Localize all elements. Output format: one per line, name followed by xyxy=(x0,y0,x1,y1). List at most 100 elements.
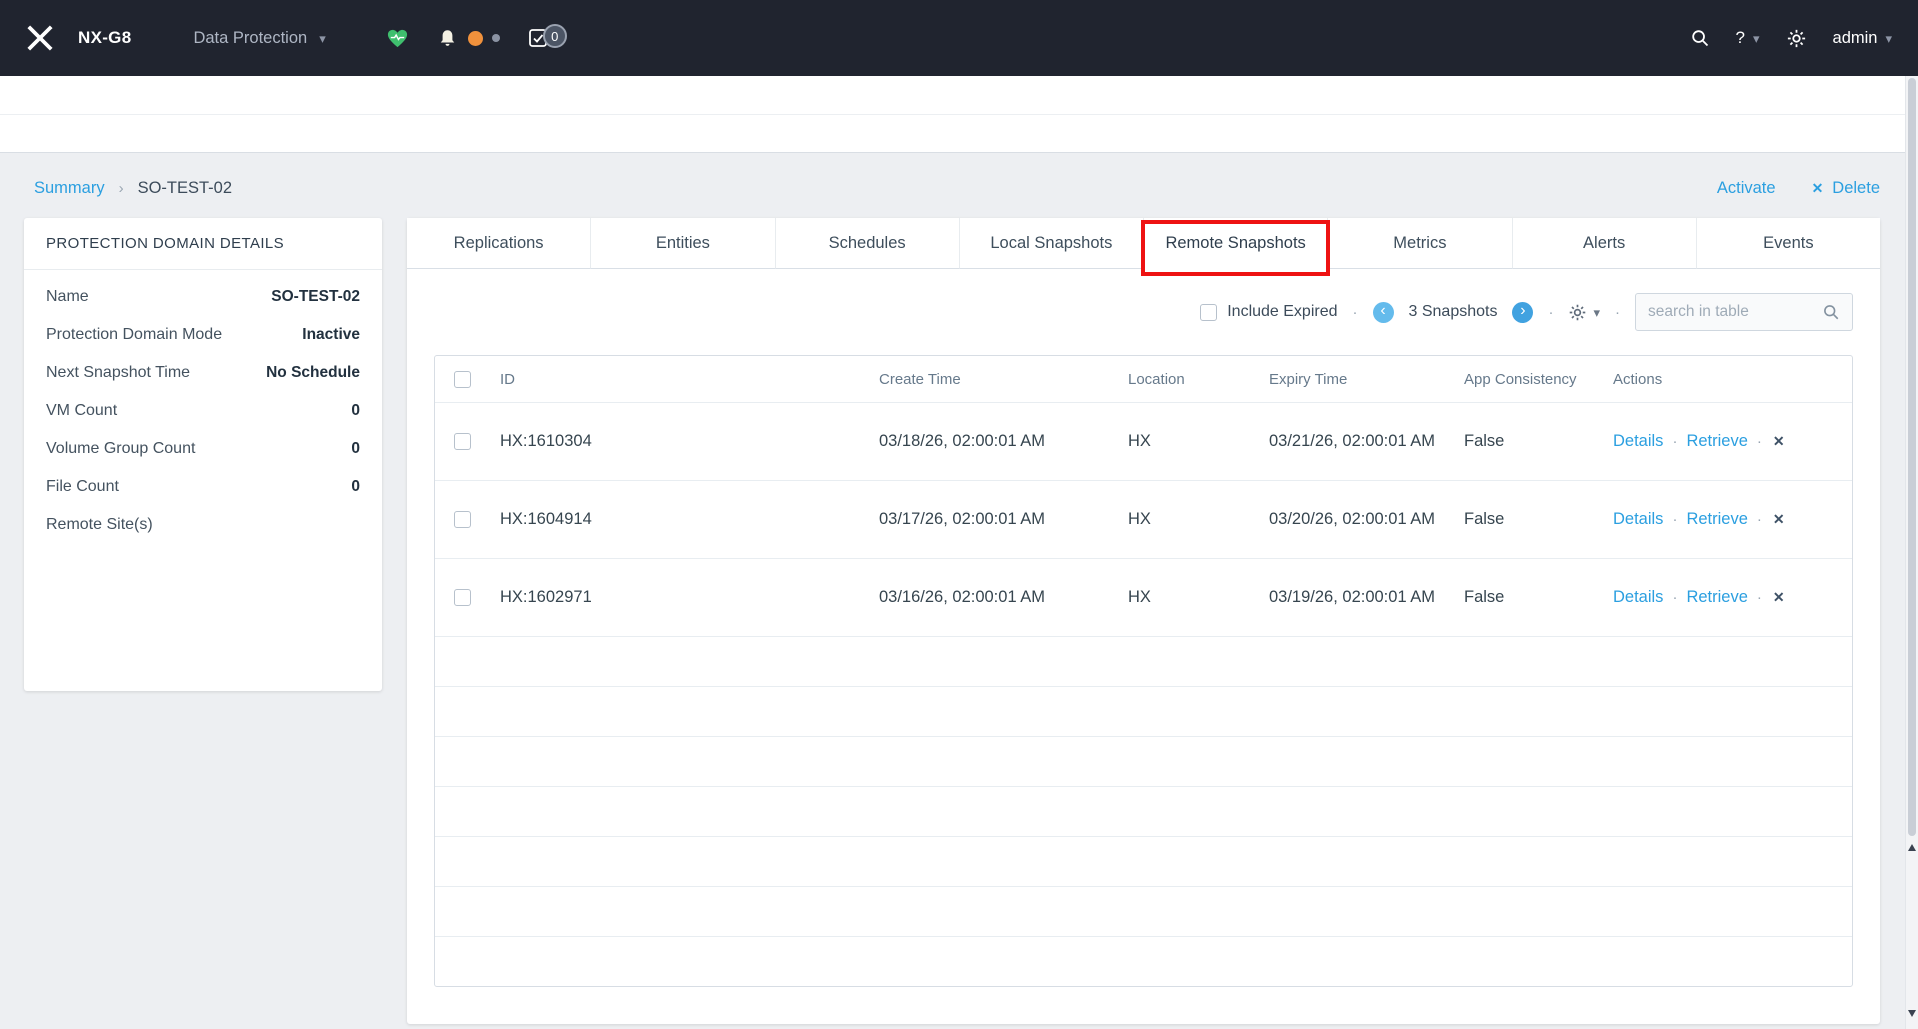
expiry-time: 03/19/26, 02:00:01 AM xyxy=(1269,588,1435,606)
tab-label: Local Snapshots xyxy=(990,234,1112,253)
header-right-controls: ? ▾ admin ▾ xyxy=(1690,28,1892,49)
details-link[interactable]: Details xyxy=(1613,432,1663,451)
tab-remote-snapshots[interactable]: Remote Snapshots xyxy=(1143,218,1327,269)
page-bar: Summary › SO-TEST-02 Activate ✕ Delete xyxy=(34,166,1880,210)
action-separator-dot: · xyxy=(1757,589,1762,606)
action-separator-dot: · xyxy=(1672,589,1677,606)
scroll-up-icon[interactable] xyxy=(1908,844,1916,851)
toolbar-separator-dot: · xyxy=(1353,304,1358,321)
search-icon[interactable] xyxy=(1690,28,1710,48)
app-consistency: False xyxy=(1454,510,1603,529)
settings-gear-icon[interactable] xyxy=(1786,28,1807,49)
column-header-expiry-time: Expiry Time xyxy=(1259,371,1454,388)
column-header-app-consistency: App Consistency xyxy=(1454,371,1603,388)
row-checkbox[interactable] xyxy=(454,589,471,606)
search-icon xyxy=(1822,303,1840,321)
detail-label: Remote Site(s) xyxy=(46,516,153,534)
tab-metrics[interactable]: Metrics xyxy=(1327,218,1511,269)
tab-events[interactable]: Events xyxy=(1696,218,1880,269)
scrolled-content-remnant xyxy=(0,76,1918,153)
snapshot-id: HX:1604914 xyxy=(490,510,869,529)
select-all-checkbox[interactable] xyxy=(454,371,471,388)
location: HX xyxy=(1118,510,1259,529)
retrieve-link[interactable]: Retrieve xyxy=(1686,588,1747,607)
row-actions: Details · Retrieve · ✕ xyxy=(1603,588,1852,607)
alert-indicator-dot[interactable] xyxy=(468,31,483,46)
help-menu[interactable]: ? ▾ xyxy=(1736,28,1760,48)
detail-value: No Schedule xyxy=(266,364,360,382)
row-checkbox[interactable] xyxy=(454,433,471,450)
app-consistency: False xyxy=(1454,588,1603,607)
details-link[interactable]: Details xyxy=(1613,510,1663,529)
row-actions: Details · Retrieve · ✕ xyxy=(1603,432,1852,451)
expiry-time: 03/20/26, 02:00:01 AM xyxy=(1269,510,1435,528)
detail-row-file-count: File Count 0 xyxy=(46,468,360,506)
column-header-actions: Actions xyxy=(1603,371,1852,388)
breadcrumb-chevron-icon: › xyxy=(119,180,124,197)
retrieve-link[interactable]: Retrieve xyxy=(1686,432,1747,451)
breadcrumb-summary-link[interactable]: Summary xyxy=(34,179,105,198)
include-expired-checkbox[interactable] xyxy=(1200,304,1217,321)
tab-label: Entities xyxy=(656,234,710,253)
user-menu[interactable]: admin ▾ xyxy=(1833,29,1892,48)
empty-table-row xyxy=(435,736,1852,786)
expiry-time: 03/21/26, 02:00:01 AM xyxy=(1269,432,1435,450)
tab-label: Replications xyxy=(454,234,544,253)
table-search-input[interactable] xyxy=(1648,303,1814,321)
delete-button[interactable]: ✕ Delete xyxy=(1812,179,1880,198)
tab-label: Remote Snapshots xyxy=(1165,234,1305,253)
scrollbar-thumb[interactable] xyxy=(1908,78,1916,836)
column-header-create-time: Create Time xyxy=(869,371,1118,388)
table-gear-icon xyxy=(1568,303,1587,322)
create-time: 03/18/26, 02:00:01 AM xyxy=(869,432,1118,451)
table-row: HX:1604914 03/17/26, 02:00:01 AM HX 03/2… xyxy=(435,480,1852,558)
remove-snapshot-icon[interactable]: ✕ xyxy=(1773,589,1785,606)
tab-schedules[interactable]: Schedules xyxy=(775,218,959,269)
health-heart-icon[interactable] xyxy=(386,27,409,50)
include-expired-control[interactable]: Include Expired xyxy=(1200,303,1337,321)
pagination-prev-button[interactable]: ‹ xyxy=(1373,302,1394,323)
table-settings-menu[interactable]: ▾ xyxy=(1568,303,1600,322)
cluster-name: NX-G8 xyxy=(78,28,131,48)
remove-snapshot-icon[interactable]: ✕ xyxy=(1773,433,1785,450)
detail-value: 0 xyxy=(351,478,360,496)
tab-local-snapshots[interactable]: Local Snapshots xyxy=(959,218,1143,269)
detail-value: Inactive xyxy=(302,326,360,344)
action-separator-dot: · xyxy=(1672,433,1677,450)
empty-table-row xyxy=(435,686,1852,736)
remove-snapshot-icon[interactable]: ✕ xyxy=(1773,511,1785,528)
details-link[interactable]: Details xyxy=(1613,588,1663,607)
column-header-id: ID xyxy=(490,371,869,388)
empty-table-row xyxy=(435,936,1852,986)
close-icon: ✕ xyxy=(1812,180,1824,197)
retrieve-link[interactable]: Retrieve xyxy=(1686,510,1747,529)
nutanix-logo[interactable] xyxy=(26,24,54,52)
chevron-down-icon: ▾ xyxy=(1885,32,1892,45)
task-count-badge[interactable]: 0 xyxy=(543,24,567,48)
app-header: NX-G8 Data Protection ▾ 0 xyxy=(0,0,1918,76)
nav-menu-data-protection[interactable]: Data Protection ▾ xyxy=(193,29,325,48)
tab-replications[interactable]: Replications xyxy=(407,218,590,269)
notification-dot[interactable] xyxy=(492,34,500,42)
row-actions: Details · Retrieve · ✕ xyxy=(1603,510,1852,529)
breadcrumb-current: SO-TEST-02 xyxy=(138,179,232,198)
location: HX xyxy=(1118,588,1259,607)
app-consistency: False xyxy=(1454,432,1603,451)
tab-entities[interactable]: Entities xyxy=(590,218,774,269)
user-label: admin xyxy=(1833,29,1878,48)
detail-label: Name xyxy=(46,288,89,306)
nav-menu-label: Data Protection xyxy=(193,29,307,48)
scroll-down-icon[interactable] xyxy=(1908,1010,1916,1017)
pagination-next-button[interactable]: › xyxy=(1512,302,1533,323)
chevron-down-icon: ▾ xyxy=(1593,306,1600,319)
row-checkbox[interactable] xyxy=(454,511,471,528)
header-status-icons: 0 xyxy=(386,27,548,50)
tab-alerts[interactable]: Alerts xyxy=(1512,218,1696,269)
tab-label: Alerts xyxy=(1583,234,1625,253)
protection-domain-details-panel: PROTECTION DOMAIN DETAILS Name SO-TEST-0… xyxy=(24,218,382,691)
activate-button[interactable]: Activate xyxy=(1717,179,1776,198)
alerts-bell-icon[interactable] xyxy=(437,28,458,49)
tasks-icon[interactable]: 0 xyxy=(528,28,548,48)
snapshot-count-label: 3 Snapshots xyxy=(1409,303,1498,321)
vertical-scrollbar[interactable] xyxy=(1905,76,1918,1029)
